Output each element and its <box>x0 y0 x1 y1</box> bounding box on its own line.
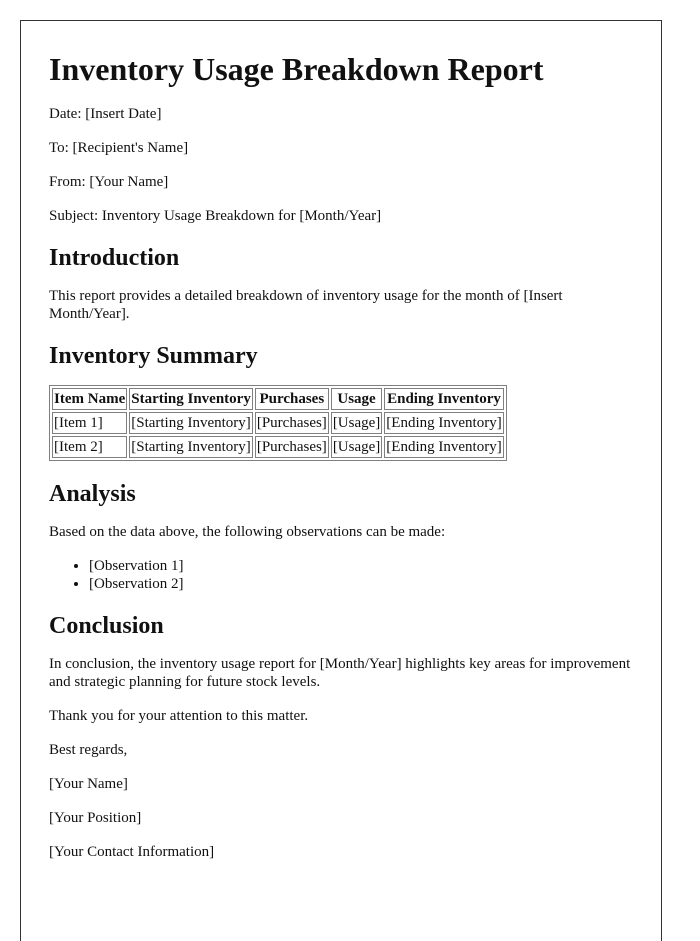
cell-usage: [Usage] <box>330 412 383 434</box>
cell-ending-inventory: [Ending Inventory] <box>384 412 504 434</box>
signature-position: [Your Position] <box>49 810 142 826</box>
signature-name: [Your Name] <box>49 776 128 792</box>
analysis-body: Based on the data above, the following o… <box>49 524 446 540</box>
cell-starting-inventory: [Starting Inventory] <box>129 436 253 458</box>
report-title: Inventory Usage Breakdown Report <box>49 51 544 87</box>
introduction-heading: Introduction <box>49 245 180 271</box>
cell-item-name: [Item 2] <box>52 436 128 458</box>
sign-off: Best regards, <box>49 742 128 758</box>
cell-purchases: [Purchases] <box>254 436 329 458</box>
conclusion-body: In conclusion, the inventory usage repor… <box>49 656 631 690</box>
cell-item-name: [Item 1] <box>52 412 128 434</box>
subject-line: Subject: Inventory Usage Breakdown for [… <box>49 208 382 224</box>
table-row: [Item 1] [Starting Inventory] [Purchases… <box>52 412 504 434</box>
date-line: Date: [Insert Date] <box>49 106 162 122</box>
cell-usage: [Usage] <box>330 436 383 458</box>
column-header-purchases: Purchases <box>254 388 329 410</box>
thanks-line: Thank you for your attention to this mat… <box>49 708 309 724</box>
cell-ending-inventory: [Ending Inventory] <box>384 436 504 458</box>
to-line: To: [Recipient's Name] <box>49 140 189 156</box>
signature-contact: [Your Contact Information] <box>49 844 215 860</box>
conclusion-heading: Conclusion <box>49 613 164 639</box>
column-header-ending-inventory: Ending Inventory <box>384 388 504 410</box>
table-row: [Item 2] [Starting Inventory] [Purchases… <box>52 436 504 458</box>
cell-purchases: [Purchases] <box>254 412 329 434</box>
table-header-row: Item Name Starting Inventory Purchases U… <box>52 388 504 410</box>
column-header-starting-inventory: Starting Inventory <box>129 388 253 410</box>
cell-starting-inventory: [Starting Inventory] <box>129 412 253 434</box>
list-item: [Observation 1] <box>89 557 633 575</box>
inventory-summary-heading: Inventory Summary <box>49 343 258 369</box>
introduction-body: This report provides a detailed breakdow… <box>49 288 563 322</box>
from-line: From: [Your Name] <box>49 174 169 190</box>
column-header-item-name: Item Name <box>52 388 128 410</box>
report-container: Inventory Usage Breakdown Report Date: [… <box>20 20 662 941</box>
observations-list: [Observation 1] [Observation 2] <box>49 557 633 593</box>
analysis-heading: Analysis <box>49 481 136 507</box>
inventory-summary-table: Item Name Starting Inventory Purchases U… <box>49 385 507 461</box>
column-header-usage: Usage <box>330 388 383 410</box>
list-item: [Observation 2] <box>89 575 633 593</box>
